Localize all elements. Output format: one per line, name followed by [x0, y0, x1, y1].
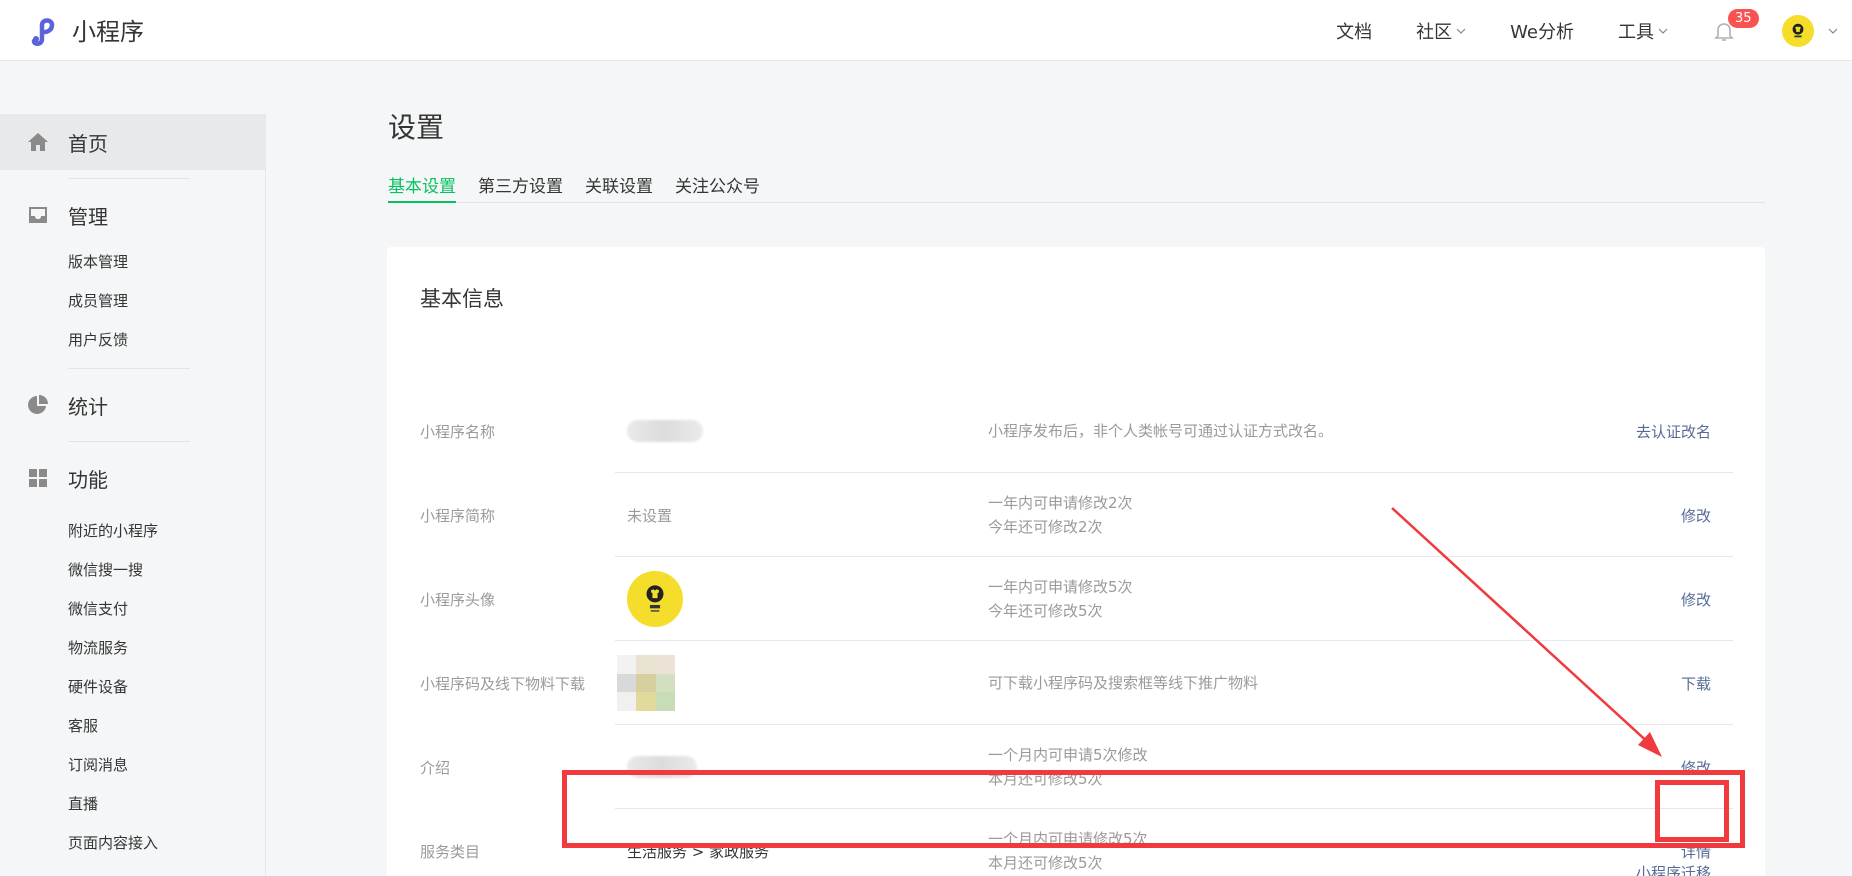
sidebar-item-customer-service[interactable]: 客服 — [0, 707, 265, 746]
tab-association-settings[interactable]: 关联设置 — [585, 170, 653, 203]
tab-third-party-settings[interactable]: 第三方设置 — [478, 170, 563, 203]
settings-tabs: 基本设置 第三方设置 关联设置 关注公众号 — [388, 170, 1765, 203]
sidebar-item-wechat-search[interactable]: 微信搜一搜 — [0, 551, 265, 590]
nav-community-label: 社区 — [1416, 21, 1453, 43]
sidebar-item-version-manage[interactable]: 版本管理 — [0, 243, 265, 282]
row-desc-line: 一年内可申请修改5次 — [988, 578, 1133, 596]
page-title: 设置 — [388, 111, 445, 144]
row-desc-line: 一个月内可申请5次修改 — [988, 746, 1148, 764]
modify-link[interactable]: 修改 — [1681, 557, 1711, 641]
row-value — [627, 557, 683, 641]
notification-badge: 35 — [1728, 8, 1759, 28]
row-value — [627, 389, 703, 473]
sidebar-item-member-manage[interactable]: 成员管理 — [0, 282, 265, 321]
download-link[interactable]: 下载 — [1681, 641, 1711, 725]
row-label: 服务类目 — [420, 842, 481, 861]
nav-we-analytics[interactable]: We分析 — [1510, 18, 1574, 44]
top-bar: 小程序 文档 社区 We分析 工具 35 — [0, 0, 1852, 61]
sidebar-item-features[interactable]: 功能 — [0, 450, 265, 506]
home-icon — [28, 133, 48, 151]
modify-link[interactable]: 修改 — [1681, 473, 1711, 557]
sidebar-item-stats[interactable]: 统计 — [0, 377, 265, 433]
sidebar-item-home[interactable]: 首页 — [0, 114, 265, 170]
row-desc-line: 小程序发布后，非个人类帐号可通过认证方式改名。 — [988, 422, 1334, 440]
row-desc-line: 今年还可修改5次 — [988, 602, 1103, 620]
nav-tools[interactable]: 工具 — [1618, 18, 1668, 44]
nav-tools-label: 工具 — [1618, 21, 1654, 43]
sidebar-item-subscribe-message[interactable]: 订阅消息 — [0, 746, 265, 785]
sidebar-item-user-feedback[interactable]: 用户反馈 — [0, 321, 265, 360]
row-value: 未设置 — [627, 506, 673, 525]
chevron-down-icon[interactable] — [1828, 26, 1838, 36]
nav-we-analytics-label: We分析 — [1510, 21, 1574, 43]
user-avatar[interactable] — [1782, 14, 1814, 47]
sidebar-item-nearby-miniprogram[interactable]: 附近的小程序 — [0, 512, 265, 551]
row-desc-line: 一年内可申请修改2次 — [988, 494, 1133, 512]
grid-icon — [29, 469, 47, 487]
row-label: 小程序简称 — [420, 506, 496, 525]
info-row-name: 小程序名称 小程序发布后，非个人类帐号可通过认证方式改名。 去认证改名 — [387, 389, 1765, 473]
row-desc: 可下载小程序码及搜索框等线下推广物料 — [988, 641, 1258, 725]
logo[interactable]: 小程序 — [28, 12, 144, 47]
row-value — [617, 641, 675, 725]
divider — [68, 441, 190, 442]
sidebar-item-label: 统计 — [68, 394, 108, 419]
row-desc: 小程序发布后，非个人类帐号可通过认证方式改名。 — [988, 389, 1333, 473]
notification-bell[interactable]: 35 — [1712, 8, 1759, 43]
miniprogram-avatar — [627, 571, 683, 627]
sidebar-item-hardware[interactable]: 硬件设备 — [0, 668, 265, 707]
top-nav: 文档 社区 We分析 工具 35 — [1336, 0, 1852, 61]
chevron-down-icon — [1658, 28, 1668, 34]
row-label: 小程序头像 — [420, 590, 496, 609]
highlight-box — [562, 770, 1745, 848]
row-desc-line: 可下载小程序码及搜索框等线下推广物料 — [988, 674, 1259, 692]
card-title: 基本信息 — [420, 287, 504, 311]
shirt-logo-icon — [646, 585, 664, 612]
row-desc: 一年内可申请修改2次 今年还可修改2次 — [988, 473, 1133, 557]
tab-basic-settings[interactable]: 基本设置 — [388, 170, 456, 203]
sidebar-item-label: 功能 — [68, 467, 108, 492]
nav-community[interactable]: 社区 — [1416, 18, 1466, 44]
miniprogram-logo-icon — [31, 17, 55, 46]
sidebar-item-manage[interactable]: 管理 — [0, 187, 265, 243]
pie-chart-icon — [28, 395, 48, 414]
sidebar-item-live[interactable]: 直播 — [0, 785, 265, 824]
sidebar: 首页 管理 版本管理 成员管理 用户反馈 统计 功能 附近的小程序 微信搜一搜 … — [0, 114, 266, 876]
row-desc: 一年内可申请修改5次 今年还可修改5次 — [988, 557, 1133, 641]
migrate-link[interactable]: 小程序迁移 — [1636, 862, 1711, 876]
sidebar-item-label: 首页 — [68, 131, 108, 156]
row-label: 介绍 — [420, 758, 451, 777]
certify-rename-link[interactable]: 去认证改名 — [1636, 389, 1711, 473]
sidebar-item-page-content[interactable]: 页面内容接入 — [0, 824, 265, 863]
row-label: 小程序码及线下物料下载 — [420, 674, 586, 693]
row-label: 小程序名称 — [420, 422, 496, 441]
row-desc-line: 本月还可修改5次 — [988, 854, 1103, 872]
annotation-arrow-icon — [1391, 507, 1662, 757]
inbox-icon — [29, 207, 47, 223]
redacted-name — [627, 420, 703, 442]
row-desc-line: 今年还可修改2次 — [988, 518, 1103, 536]
chevron-down-icon — [1456, 28, 1466, 34]
tab-follow-official-account[interactable]: 关注公众号 — [675, 170, 760, 203]
sidebar-item-wechat-pay[interactable]: 微信支付 — [0, 590, 265, 629]
highlight-box — [1655, 780, 1729, 842]
sidebar-item-logistics[interactable]: 物流服务 — [0, 629, 265, 668]
sidebar-item-label: 管理 — [68, 204, 108, 229]
divider — [68, 368, 190, 369]
shirt-logo-icon — [1792, 23, 1804, 37]
nav-docs-label: 文档 — [1336, 21, 1373, 43]
nav-docs[interactable]: 文档 — [1336, 18, 1372, 44]
qrcode-thumbnail — [617, 655, 675, 711]
app-name: 小程序 — [72, 18, 144, 46]
divider — [68, 178, 190, 179]
